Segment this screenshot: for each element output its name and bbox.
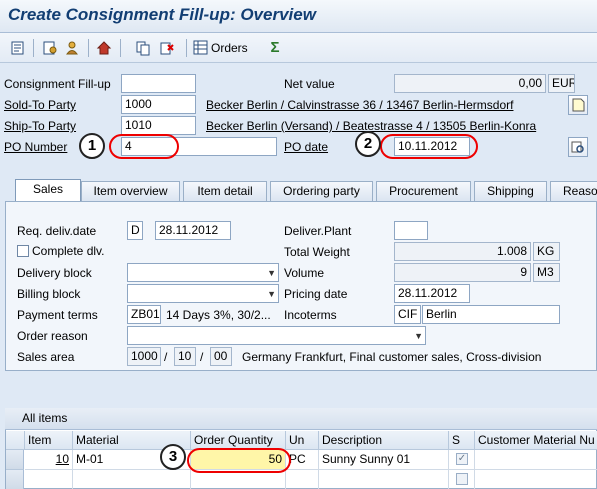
title-bar: Create Consignment Fill-up: Overview [0,0,597,33]
ship-to-party-field[interactable]: 1010 [121,116,196,135]
display-doc-header-icon[interactable] [8,38,28,57]
sales-area-separator: / [200,350,204,364]
sales-area-label: Sales area [17,350,75,364]
items-table-title: All items [5,408,597,430]
req-deliv-date-field[interactable]: 28.11.2012 [155,221,231,240]
person-icon[interactable] [62,38,82,57]
distribution-channel-field: 10 [174,347,196,366]
consignment-fillup-label: Consignment Fill-up [4,77,111,91]
sales-area-separator: / [164,350,168,364]
payment-terms-description: 14 Days 3%, 30/2... [166,308,271,322]
volume-label: Volume [284,266,325,280]
delivery-block-label: Delivery block [17,266,92,280]
row-selector[interactable] [6,450,24,470]
deliver-plant-label: Deliver.Plant [284,224,352,238]
division-field: 00 [210,347,232,366]
sales-area-description: Germany Frankfurt, Final customer sales,… [242,350,542,364]
net-value-field: 0,00 [394,74,546,93]
deliver-plant-field[interactable] [394,221,428,240]
select-all-header[interactable] [6,431,25,450]
table-cell-item[interactable] [25,470,73,489]
volume-field: 9 [394,263,531,282]
column-header-description[interactable]: Description [319,431,449,450]
tab-ordering-party[interactable]: Ordering party [270,181,373,201]
table-cell-item[interactable]: 10 [25,450,73,470]
column-header-item[interactable]: Item [25,431,73,450]
sum-icon[interactable]: Σ [265,38,285,57]
callout-1: 1 [79,133,105,159]
billing-block-label: Billing block [17,287,81,301]
payment-terms-label: Payment terms [17,308,98,322]
sales-org-field: 1000 [127,347,161,366]
tab-sales[interactable]: Sales [15,179,81,202]
po-number-label: PO Number [4,140,68,154]
incoterms-code-field[interactable]: CIF [394,305,421,324]
sold-to-party-label[interactable]: Sold-To Party [4,98,76,112]
highlight-order-quantity [187,448,291,473]
status-check-icon: ✓ [456,453,468,465]
row-selector[interactable] [6,470,24,489]
table-cell-customer-material[interactable] [475,470,597,489]
billing-block-dropdown[interactable] [127,284,279,303]
incoterms-place-field[interactable]: Berlin [422,305,560,324]
sold-to-party-description[interactable]: Becker Berlin / Calvinstrasse 36 / 13467… [206,98,556,112]
highlight-po-date [380,134,478,159]
page-title: Create Consignment Fill-up: Overview [8,5,316,24]
ship-to-party-description[interactable]: Becker Berlin (Versand) / Beatestrasse 4… [206,119,561,133]
display-document-icon[interactable] [568,95,588,115]
complete-dlv-label: Complete dlv. [32,244,105,258]
pricing-date-label: Pricing date [284,287,348,301]
highlight-po-number [109,134,179,159]
table-cell-status [449,470,475,489]
partners-icon[interactable] [94,38,114,57]
orders-icon [193,40,208,55]
order-reason-label: Order reason [17,329,88,343]
consignment-fillup-field[interactable] [121,74,196,93]
callout-3: 3 [160,444,186,470]
table-cell-customer-material[interactable] [475,450,597,470]
header-sold-to-icon[interactable] [40,38,60,57]
column-header-unit[interactable]: Un [286,431,319,450]
column-header-customer-material[interactable]: Customer Material Nu [475,431,597,450]
callout-2: 2 [355,131,381,157]
tab-reason[interactable]: Reaso [550,181,597,201]
orders-button[interactable]: Orders [193,38,253,57]
table-cell-status: ✓ [449,450,475,470]
complete-dlv-checkbox[interactable] [17,245,29,257]
incoterms-label: Incoterms [284,308,337,322]
table-cell-description[interactable]: Sunny Sunny 01 [319,450,449,470]
status-checkbox [456,473,468,485]
pricing-date-field[interactable]: 28.11.2012 [394,284,470,303]
po-date-label: PO date [284,140,329,154]
sold-to-party-field[interactable]: 1000 [121,95,196,114]
volume-unit: M3 [533,263,560,282]
currency-field: EUR [548,74,575,93]
table-cell-description[interactable] [319,470,449,489]
orders-label: Orders [211,40,248,55]
payment-terms-field[interactable]: ZB01 [127,305,161,324]
table-cell-unit[interactable] [286,470,319,489]
total-weight-field: 1.008 [394,242,531,261]
net-value-label: Net value [284,77,335,91]
tab-procurement[interactable]: Procurement [376,181,471,201]
column-header-status[interactable]: S [449,431,475,450]
delete-item-icon[interactable] [157,38,177,57]
copy-document-icon[interactable] [133,38,153,57]
delivery-block-dropdown[interactable] [127,263,279,282]
req-deliv-date-label: Req. deliv.date [17,224,97,238]
total-weight-label: Total Weight [284,245,350,259]
table-cell-material[interactable] [73,470,191,489]
order-reason-dropdown[interactable] [127,326,426,345]
tab-shipping[interactable]: Shipping [474,181,547,201]
total-weight-unit: KG [533,242,560,261]
tab-item-overview[interactable]: Item overview [81,181,180,201]
application-toolbar: Orders Σ [0,33,597,63]
tab-item-detail[interactable]: Item detail [183,181,267,201]
req-deliv-date-type-field[interactable]: D [127,221,143,240]
po-details-icon[interactable] [568,137,588,157]
ship-to-party-label[interactable]: Ship-To Party [4,119,76,133]
